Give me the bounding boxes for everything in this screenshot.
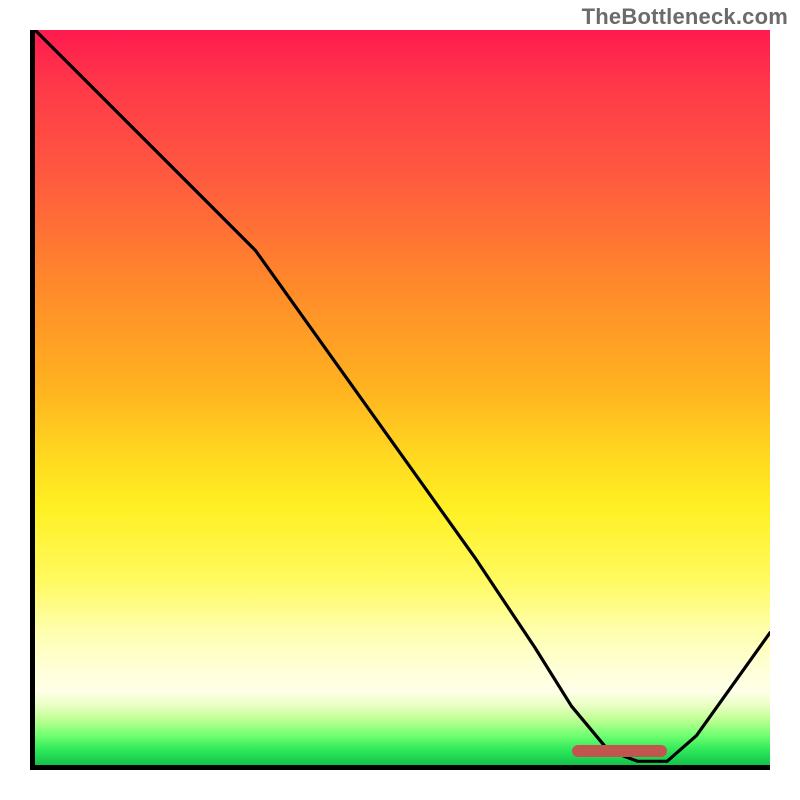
plot-area [30, 30, 770, 770]
bottleneck-curve [35, 30, 770, 765]
curve-path [35, 30, 770, 761]
optimal-marker [572, 745, 668, 757]
watermark-text: TheBottleneck.com [582, 4, 788, 30]
